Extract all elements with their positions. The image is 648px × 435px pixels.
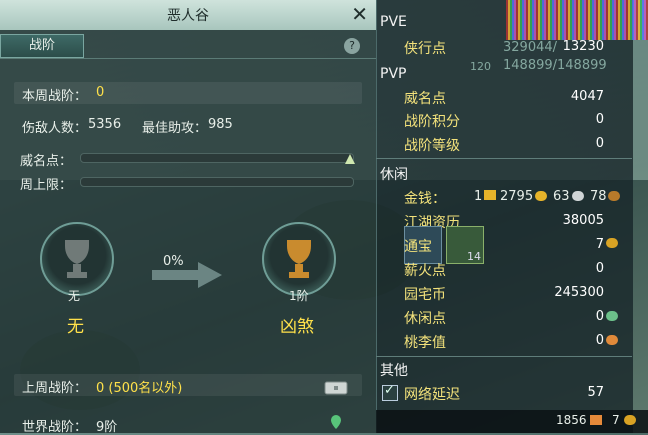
dengji-label: 战阶等级 bbox=[404, 138, 460, 154]
weekly-rank-row: 本周战阶： 0 bbox=[14, 82, 362, 104]
help-icon[interactable]: ? bbox=[344, 38, 360, 54]
item-slot-lotus[interactable]: 14 bbox=[446, 226, 484, 264]
bottom-bar bbox=[376, 410, 648, 433]
xiaxing-value: 13230 bbox=[562, 39, 604, 54]
boots-icon bbox=[590, 415, 602, 425]
tongbao-icon bbox=[624, 415, 636, 425]
trophy-grey-icon bbox=[65, 240, 89, 278]
jifen-value: 0 bbox=[595, 112, 604, 127]
tongbao-value: 7 bbox=[595, 237, 604, 252]
copper-icon bbox=[608, 191, 620, 201]
section-leisure: 休闲 bbox=[380, 167, 408, 183]
item-count: 14 bbox=[467, 250, 481, 263]
latency-value: 57 bbox=[587, 385, 604, 400]
money-label: 金钱： bbox=[404, 191, 446, 207]
current-rank-badge[interactable] bbox=[40, 222, 114, 296]
taoli-label: 桃李值 bbox=[404, 335, 446, 351]
window-titlebar[interactable]: 恶人谷 ✕ bbox=[0, 0, 376, 30]
divider bbox=[376, 158, 632, 159]
money-copper: 78 bbox=[590, 189, 607, 204]
chest-icon[interactable] bbox=[324, 379, 348, 395]
divider bbox=[376, 356, 632, 357]
kills-value: 5356 bbox=[88, 117, 122, 132]
yuanzhai-label: 园宅币 bbox=[404, 287, 446, 303]
tongbao-label: 通宝 bbox=[404, 239, 432, 255]
kills-label: 伤敌人数： bbox=[22, 121, 88, 136]
cap-label: 周上限： bbox=[20, 178, 73, 193]
hp-text: 329044/ bbox=[503, 40, 558, 55]
xiuxian-value: 0 bbox=[595, 309, 604, 324]
next-badge-small: 1阶 bbox=[289, 289, 309, 303]
jifen-label: 战阶积分 bbox=[404, 114, 460, 130]
money-silver: 63 bbox=[553, 189, 570, 204]
weekly-rank-value: 0 bbox=[96, 85, 105, 100]
world-rank-label: 世界战阶： bbox=[22, 420, 88, 435]
arrow-right-icon bbox=[152, 262, 222, 288]
dengji-value: 0 bbox=[595, 136, 604, 151]
window-title: 恶人谷 bbox=[167, 8, 209, 24]
peach-icon bbox=[606, 335, 618, 345]
assist-label: 最佳助攻： bbox=[142, 121, 208, 136]
weiming-value: 4047 bbox=[570, 89, 604, 104]
prestige-gauge bbox=[80, 153, 354, 163]
level-text: 120 bbox=[470, 60, 491, 73]
buff-strip bbox=[506, 0, 648, 40]
trophy-gold-icon bbox=[287, 240, 311, 278]
prestige-label: 威名点： bbox=[20, 154, 73, 169]
xiuxian-label: 休闲点 bbox=[404, 311, 446, 327]
tab-row: 战阶 ? bbox=[0, 32, 376, 59]
silver-icon bbox=[572, 191, 584, 201]
marker-icon bbox=[345, 154, 355, 164]
last-week-label: 上周战阶： bbox=[22, 381, 88, 396]
xinhuo-label: 薪火点 bbox=[404, 263, 446, 279]
xinhuo-value: 0 bbox=[595, 261, 604, 276]
leaf-icon bbox=[606, 311, 618, 321]
hp-text-2: 148899/148899 bbox=[503, 58, 607, 73]
section-other: 其他 bbox=[380, 363, 408, 379]
assist-value: 985 bbox=[208, 117, 233, 132]
latency-label: 网络延迟 bbox=[404, 387, 460, 403]
last-week-row: 上周战阶： 0 (500名以外) bbox=[14, 374, 362, 396]
jianghu-value: 38005 bbox=[562, 213, 604, 228]
tab-battle-rank[interactable]: 战阶 bbox=[0, 34, 84, 58]
next-rank-badge[interactable] bbox=[262, 222, 336, 296]
last-week-value: 0 (500名以外) bbox=[96, 381, 183, 396]
world-rank-value: 9阶 bbox=[96, 420, 118, 435]
section-pve: PVE bbox=[380, 14, 407, 30]
battle-rank-panel: 恶人谷 ✕ 战阶 ? 本周战阶： 0 伤敌人数： 5356 最佳助攻： 985 … bbox=[0, 0, 377, 435]
cap-gauge bbox=[80, 177, 354, 187]
money-zhuan: 1 bbox=[474, 189, 483, 204]
latency-checkbox[interactable] bbox=[382, 383, 398, 401]
yuanzhai-value: 245300 bbox=[554, 285, 604, 300]
location-icon[interactable] bbox=[330, 414, 342, 430]
bottom-left-count: 1856 bbox=[556, 413, 587, 427]
bottom-right-count: 7 bbox=[612, 413, 620, 427]
current-badge-name: 无 bbox=[67, 317, 84, 337]
close-icon[interactable]: ✕ bbox=[351, 2, 368, 26]
tongbao-icon bbox=[606, 238, 618, 248]
weiming-label: 威名点 bbox=[404, 91, 446, 107]
money-gold: 2795 bbox=[500, 189, 534, 204]
zhuan-icon bbox=[484, 190, 496, 200]
section-pvp: PVP bbox=[380, 66, 407, 82]
taoli-value: 0 bbox=[595, 333, 604, 348]
gold-icon bbox=[535, 191, 547, 201]
weekly-rank-label: 本周战阶： bbox=[22, 89, 88, 104]
next-badge-name: 凶煞 bbox=[280, 317, 314, 337]
current-badge-small: 无 bbox=[68, 289, 81, 303]
xiaxing-label: 侠行点 bbox=[404, 41, 446, 57]
